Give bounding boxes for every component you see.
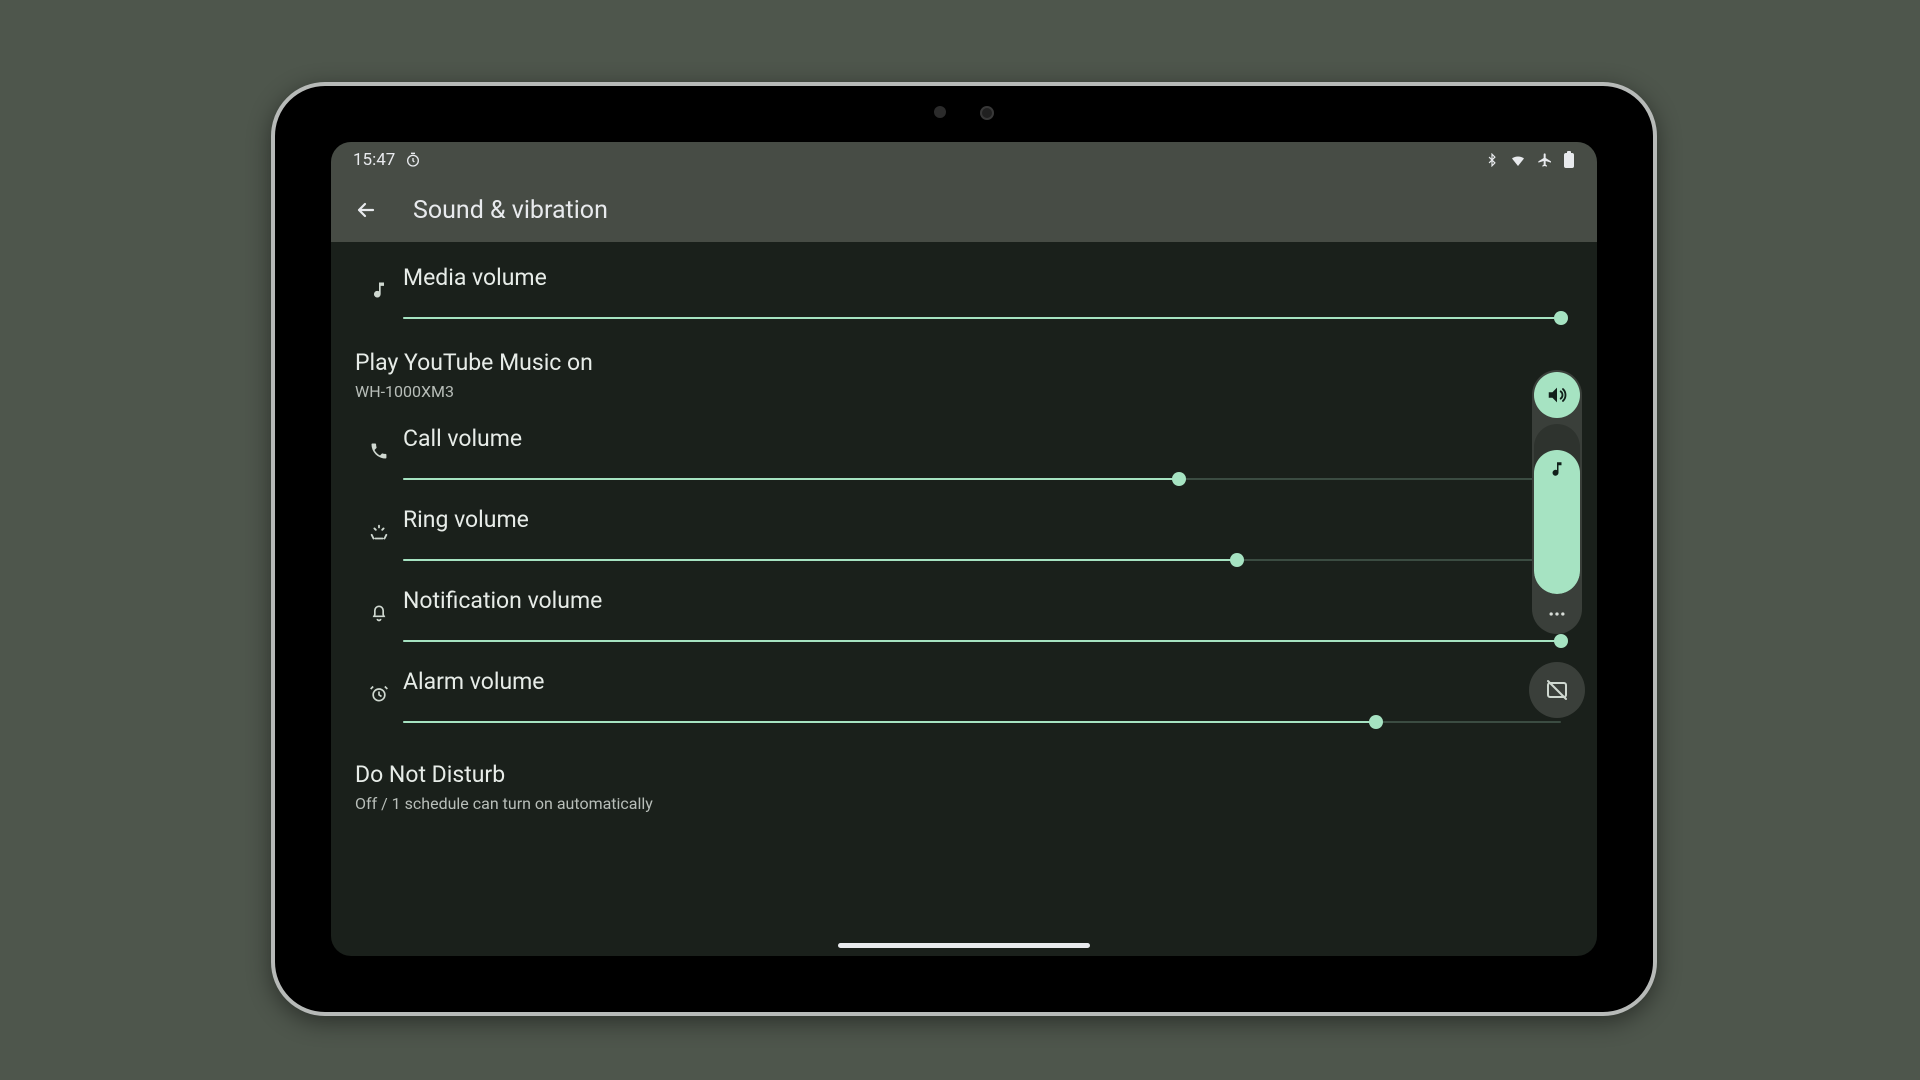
bell-icon [369, 603, 389, 623]
music-note-icon [369, 280, 389, 300]
dnd-title: Do Not Disturb [355, 761, 1573, 788]
phone-icon [369, 441, 389, 461]
wifi-icon [1509, 151, 1527, 169]
call-volume-label: Call volume [403, 425, 1561, 452]
cast-output-device: WH-1000XM3 [355, 382, 1573, 401]
back-button[interactable] [349, 193, 383, 227]
speaker-icon [1546, 384, 1568, 406]
battery-icon [1563, 151, 1575, 169]
cast-output-row[interactable]: Play YouTube Music on WH-1000XM3 [331, 331, 1597, 411]
do-not-disturb-row[interactable]: Do Not Disturb Off / 1 schedule can turn… [331, 735, 1597, 823]
settings-content: Media volume Play YouTube Music on WH-10… [331, 242, 1597, 823]
clock: 15:47 [353, 150, 395, 170]
ring-volume-slider[interactable] [403, 551, 1561, 569]
cast-off-icon [1545, 678, 1569, 702]
volume-panel [1529, 370, 1585, 718]
front-camera [934, 106, 994, 120]
more-button[interactable] [1534, 594, 1580, 634]
media-volume-row: Media volume [331, 250, 1597, 331]
notification-volume-slider[interactable] [403, 632, 1561, 650]
notification-volume-row: Notification volume [331, 573, 1597, 654]
alarm-icon [369, 684, 389, 704]
page-title: Sound & vibration [413, 196, 608, 225]
gesture-nav-bar[interactable] [838, 943, 1090, 948]
dnd-subtitle: Off / 1 schedule can turn on automatical… [355, 794, 1573, 813]
timer-icon [405, 152, 421, 168]
call-volume-slider[interactable] [403, 470, 1561, 488]
airplane-icon [1537, 152, 1553, 168]
ring-volume-label: Ring volume [403, 506, 1561, 533]
ringer-icon [368, 522, 390, 544]
alarm-volume-label: Alarm volume [403, 668, 1561, 695]
notification-volume-label: Notification volume [403, 587, 1561, 614]
status-bar: 15:47 [331, 142, 1597, 178]
cast-output-title: Play YouTube Music on [355, 349, 1573, 376]
media-icon [1548, 460, 1566, 478]
alarm-volume-row: Alarm volume [331, 654, 1597, 735]
call-volume-row: Call volume [331, 411, 1597, 492]
ring-volume-row: Ring volume [331, 492, 1597, 573]
volume-pill [1532, 370, 1582, 634]
bluetooth-icon [1485, 153, 1499, 167]
media-volume-slider[interactable] [403, 309, 1561, 327]
more-horizontal-icon [1547, 604, 1567, 624]
alarm-volume-slider[interactable] [403, 713, 1561, 731]
app-bar: Sound & vibration [331, 178, 1597, 242]
media-volume-label: Media volume [403, 264, 1561, 291]
screen: 15:47 [331, 142, 1597, 956]
vertical-volume-slider[interactable] [1534, 424, 1580, 594]
cast-button[interactable] [1529, 662, 1585, 718]
tablet-device-frame: 15:47 [271, 82, 1657, 1016]
arrow-left-icon [354, 198, 378, 222]
output-button[interactable] [1534, 372, 1580, 418]
